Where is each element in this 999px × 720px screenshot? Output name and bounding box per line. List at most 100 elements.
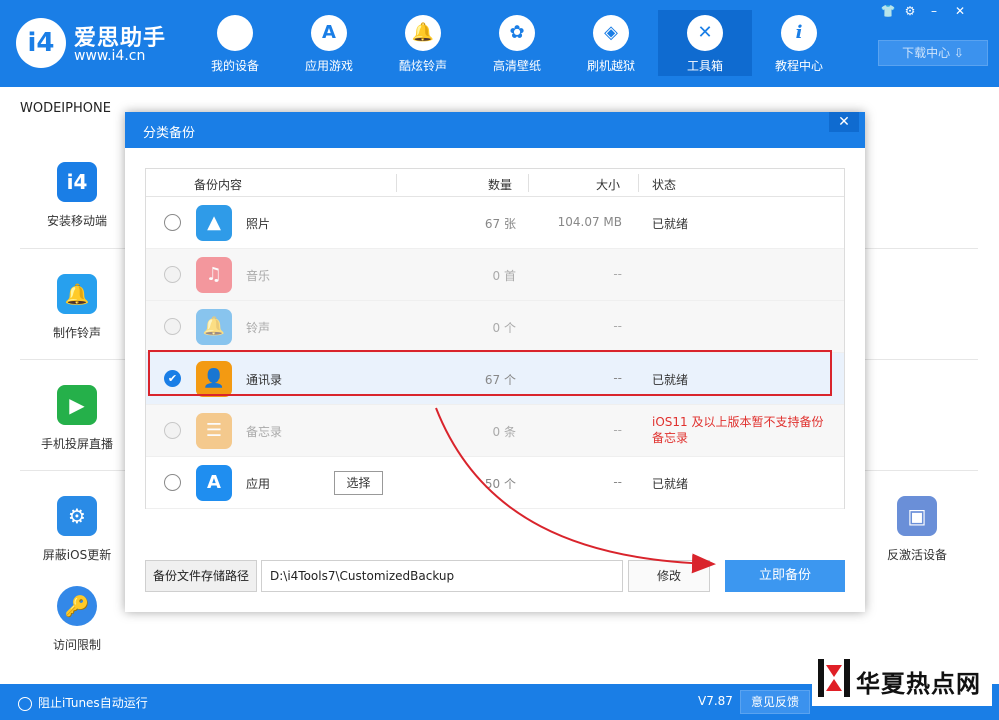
column-size: 大小 xyxy=(596,178,621,192)
row-radio[interactable] xyxy=(164,474,181,491)
key-icon: 🔑 xyxy=(57,586,97,626)
row-name: 铃声 xyxy=(246,321,271,335)
nav-tutorials[interactable]: i 教程中心 xyxy=(752,10,846,76)
watermark-text: 华夏热点网 xyxy=(856,669,981,698)
column-separator xyxy=(396,174,397,192)
warning-line: 备忘录 xyxy=(652,431,689,445)
bell-icon: 🔔 xyxy=(405,15,441,51)
tool-access-restriction[interactable]: 🔑 访问限制 xyxy=(22,586,132,653)
notes-icon: ☰ xyxy=(196,413,232,449)
top-bar: i4 爱思助手 www.i4.cn 我的设备 A 应用游戏 🔔 酷炫铃声 ✿ 高… xyxy=(0,0,999,87)
nav-label: 教程中心 xyxy=(774,59,823,73)
nav-label: 高清壁纸 xyxy=(492,59,541,73)
row-radio xyxy=(164,422,181,439)
app-logo: i4 爱思助手 www.i4.cn xyxy=(16,16,216,72)
row-status: 已就绪 xyxy=(652,217,689,231)
row-count: 0 个 xyxy=(492,321,516,335)
backup-path-field[interactable]: D:\i4Tools7\CustomizedBackup xyxy=(261,560,623,592)
nav-label: 工具箱 xyxy=(686,59,723,73)
column-separator xyxy=(638,174,639,192)
row-count: 0 首 xyxy=(492,269,516,283)
column-content: 备份内容 xyxy=(194,178,243,192)
feedback-button[interactable]: 意见反馈 xyxy=(740,690,810,714)
warning-line: iOS11 及以上版本暂不支持备份 xyxy=(652,415,824,429)
tool-deactivate-device[interactable]: ▣ 反激活设备 xyxy=(862,496,972,563)
bell-plus-icon: 🔔 xyxy=(57,274,97,314)
version-label: V7.87 xyxy=(698,694,733,708)
column-count: 数量 xyxy=(488,178,513,192)
bell-icon: 🔔 xyxy=(196,309,232,345)
modify-path-button[interactable]: 修改 xyxy=(628,560,710,592)
tool-screen-mirror[interactable]: ▶ 手机投屏直播 xyxy=(22,385,132,452)
radio-icon xyxy=(18,696,32,711)
dialog-close-button[interactable]: ✕ xyxy=(829,112,859,132)
table-row-apps[interactable]: A 应用 选择 50 个 -- 已就绪 xyxy=(146,457,844,509)
skin-icon[interactable]: 👕 xyxy=(878,3,898,19)
row-name: 应用 xyxy=(246,477,271,491)
gear-block-icon: ⚙ xyxy=(57,496,97,536)
annotation-highlight-box xyxy=(148,350,832,396)
row-status: 已就绪 xyxy=(652,477,689,491)
app-store-icon: A xyxy=(311,15,347,51)
dropbox-icon: ◈ xyxy=(593,15,629,51)
table-row-music: ♫ 音乐 0 首 -- xyxy=(146,249,844,301)
download-center-button[interactable]: 下载中心 ⇩ xyxy=(878,40,988,66)
settings-icon[interactable]: ⚙ xyxy=(900,3,920,19)
nav-label: 酷炫铃声 xyxy=(398,59,447,73)
backup-path-label: 备份文件存储路径 xyxy=(145,560,257,592)
minimize-icon[interactable]: – xyxy=(924,3,944,19)
row-name: 照片 xyxy=(246,217,271,231)
i4-app-icon: i4 xyxy=(57,162,97,202)
tool-label: 安装移动端 xyxy=(46,214,107,228)
tools-icon: ✕ xyxy=(687,15,723,51)
row-count: 50 个 xyxy=(484,477,516,491)
row-name: 音乐 xyxy=(246,269,271,283)
column-status: 状态 xyxy=(652,178,677,192)
nav-toolbox[interactable]: ✕ 工具箱 xyxy=(658,10,752,76)
nav-my-device[interactable]: 我的设备 xyxy=(188,10,282,76)
table-header: 备份内容 数量 大小 状态 xyxy=(146,169,844,197)
tool-install-mobile[interactable]: i4 安装移动端 xyxy=(22,162,132,229)
tool-label: 反激活设备 xyxy=(886,548,947,562)
tool-label: 屏蔽iOS更新 xyxy=(42,548,112,562)
nav-label: 应用游戏 xyxy=(304,59,353,73)
row-name: 备忘录 xyxy=(246,425,283,439)
table-row-photos[interactable]: ▲ 照片 67 张 104.07 MB 已就绪 xyxy=(146,197,844,249)
i4-logo-icon: i4 xyxy=(16,18,66,68)
app-url: www.i4.cn xyxy=(74,48,146,64)
nav-label: 刷机越狱 xyxy=(586,59,635,73)
row-status-warning: iOS11 及以上版本暂不支持备份 备忘录 xyxy=(652,414,823,446)
close-icon[interactable]: ✕ xyxy=(950,3,970,19)
row-count: 0 条 xyxy=(492,425,516,439)
app-store-icon: A xyxy=(196,465,232,501)
row-size: -- xyxy=(613,319,622,333)
music-icon: ♫ xyxy=(196,257,232,293)
row-size: 104.07 MB xyxy=(557,215,622,229)
column-separator xyxy=(528,174,529,192)
row-size: -- xyxy=(613,423,622,437)
dialog-header: 分类备份 ✕ xyxy=(125,112,865,148)
table-row-ringtones: 🔔 铃声 0 个 -- xyxy=(146,301,844,353)
row-radio[interactable] xyxy=(164,214,181,231)
backup-content-table: 备份内容 数量 大小 状态 ▲ 照片 67 张 104.07 MB 已就绪 ♫ … xyxy=(145,168,845,509)
screen-play-icon: ▶ xyxy=(57,385,97,425)
flower-icon: ✿ xyxy=(499,15,535,51)
tool-label: 制作铃声 xyxy=(52,326,101,340)
tablet-icon: ▣ xyxy=(897,496,937,536)
block-itunes-label: 阻止iTunes自动运行 xyxy=(38,696,148,710)
row-count: 67 张 xyxy=(484,217,516,231)
device-name: WODEIPHONE xyxy=(20,101,111,116)
row-radio xyxy=(164,318,181,335)
tool-make-ringtone[interactable]: 🔔 制作铃声 xyxy=(22,274,132,341)
nav-wallpapers[interactable]: ✿ 高清壁纸 xyxy=(470,10,564,76)
backup-now-button[interactable]: 立即备份 xyxy=(725,560,845,592)
select-apps-button[interactable]: 选择 xyxy=(334,471,383,495)
tool-block-ios-update[interactable]: ⚙ 屏蔽iOS更新 xyxy=(22,496,132,563)
watermark: 华夏热点网 xyxy=(812,652,992,706)
nav-ringtones[interactable]: 🔔 酷炫铃声 xyxy=(376,10,470,76)
block-itunes-toggle[interactable]: 阻止iTunes自动运行 xyxy=(18,694,148,711)
nav-apps-games[interactable]: A 应用游戏 xyxy=(282,10,376,76)
row-size: -- xyxy=(613,267,622,281)
table-row-notes: ☰ 备忘录 0 条 -- iOS11 及以上版本暂不支持备份 备忘录 xyxy=(146,405,844,457)
nav-flash-jailbreak[interactable]: ◈ 刷机越狱 xyxy=(564,10,658,76)
